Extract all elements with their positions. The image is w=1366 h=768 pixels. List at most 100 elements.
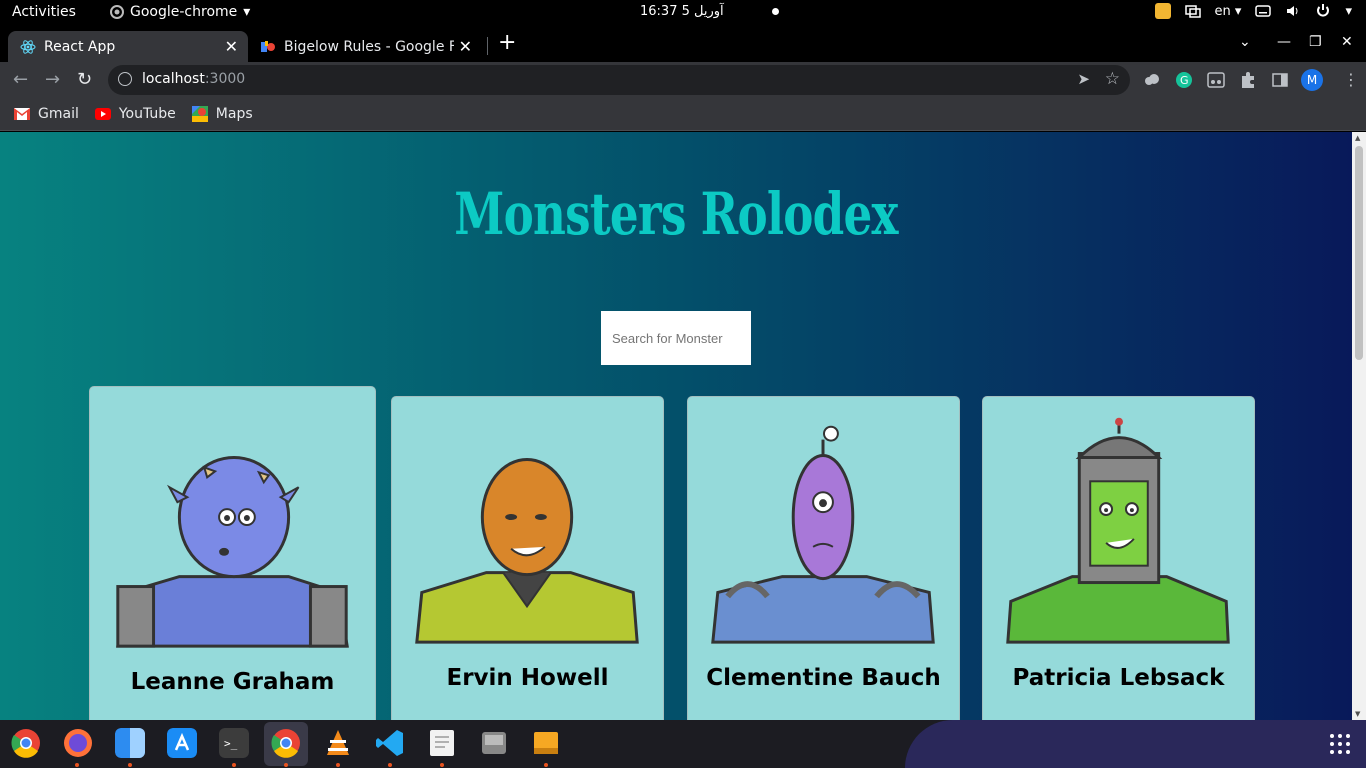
bookmark-gmail[interactable]: Gmail (14, 106, 79, 122)
monster-portrait-image (1006, 417, 1230, 644)
running-indicator (440, 763, 444, 767)
scroll-up-icon[interactable]: ▲ (1355, 134, 1360, 142)
app-menu-label: Google-chrome (130, 4, 238, 20)
vlc-icon[interactable] (323, 728, 353, 758)
keyboard-layout[interactable]: en ▾ (1215, 4, 1242, 19)
restore-icon[interactable]: ❐ (1309, 34, 1322, 50)
tab-react-app[interactable]: React App ✕ (8, 31, 248, 62)
chevron-down-icon: ▾ (243, 4, 251, 20)
dock-wallpaper-accent (905, 720, 1366, 768)
monster-name: Ervin Howell (446, 665, 609, 691)
archive-icon[interactable] (531, 728, 561, 758)
bookmark-label: YouTube (118, 106, 176, 122)
close-tab-icon[interactable]: ✕ (459, 37, 472, 56)
gmail-icon (14, 108, 30, 120)
send-icon[interactable]: ➤ (1077, 70, 1090, 88)
close-window-icon[interactable]: ✕ (1341, 34, 1353, 50)
monster-portrait-image (415, 457, 639, 644)
tab-bigelow-rules[interactable]: Bigelow Rules - Google Fo ✕ (250, 31, 486, 62)
disk-icon[interactable] (479, 728, 509, 758)
monster-name: Clementine Bauch (706, 665, 941, 691)
bookmark-label: Maps (215, 106, 253, 122)
page-scrollbar[interactable]: ▲ ▼ (1352, 132, 1366, 720)
tab-title: Bigelow Rules - Google Fo (284, 38, 454, 55)
scrollbar-thumb[interactable] (1355, 146, 1363, 360)
text-editor-icon[interactable] (427, 728, 457, 758)
scroll-down-icon[interactable]: ▼ (1355, 710, 1360, 718)
screen-share-icon[interactable] (1184, 3, 1201, 19)
minimize-icon[interactable]: — (1277, 34, 1291, 50)
monster-card[interactable]: Ervin Howell (391, 396, 664, 720)
grammarly-icon[interactable]: G (1175, 71, 1193, 89)
monster-name: Patricia Lebsack (1012, 665, 1225, 691)
running-indicator (75, 763, 79, 767)
system-top-bar: Activities Google-chrome ▾ 16:37 5 آوریل… (0, 0, 1366, 27)
keyboard-layout-label: en (1214, 3, 1231, 19)
browser-toolbar: ← → ↻ localhost:3000 ➤ ☆ G M ⋮ (0, 62, 1366, 98)
url-port: :3000 (204, 71, 246, 87)
running-indicator (336, 763, 340, 767)
site-info-icon[interactable] (118, 72, 132, 86)
volume-icon[interactable] (1285, 3, 1301, 19)
vscode-icon[interactable] (375, 728, 405, 758)
terminal-icon[interactable]: >_ (219, 728, 249, 758)
monster-card[interactable]: Patricia Lebsack (982, 396, 1255, 720)
address-bar[interactable]: localhost:3000 ➤ ☆ (108, 65, 1130, 95)
page-viewport: Monsters Rolodex Leanne Graham Ervin How… (0, 132, 1352, 720)
close-tab-icon[interactable]: ✕ (225, 37, 238, 56)
svg-text:>_: >_ (224, 737, 238, 750)
keyboard-icon[interactable] (1255, 3, 1272, 19)
url-host: localhost (142, 71, 205, 87)
bookmark-star-icon[interactable]: ☆ (1105, 69, 1120, 89)
forward-icon[interactable]: → (45, 69, 60, 90)
monster-portrait-image (711, 425, 935, 644)
monster-card[interactable]: Clementine Bauch (687, 396, 960, 720)
app-menu[interactable]: Google-chrome ▾ (110, 4, 250, 20)
extension-glasses-icon[interactable] (1207, 71, 1225, 89)
bookmark-youtube[interactable]: YouTube (94, 106, 176, 122)
chevron-down-icon[interactable]: ▾ (1345, 4, 1352, 19)
monster-portrait-image (116, 455, 349, 648)
page-title: Monsters Rolodex (454, 180, 898, 248)
running-indicator (388, 763, 392, 767)
chrome-small-icon (110, 5, 124, 19)
emoji-icon[interactable] (1154, 3, 1171, 19)
running-indicator (128, 763, 132, 767)
monster-card[interactable]: Leanne Graham (89, 386, 376, 720)
maps-icon (191, 106, 208, 122)
reload-icon[interactable]: ↻ (77, 69, 92, 90)
firefox-icon[interactable] (63, 728, 93, 758)
chrome-active-icon[interactable] (271, 728, 301, 758)
google-fonts-icon (261, 40, 275, 52)
extension-cloud-icon[interactable] (1143, 71, 1161, 89)
tab-divider (487, 37, 488, 55)
extensions-puzzle-icon[interactable] (1239, 71, 1257, 89)
svg-text:G: G (1180, 74, 1189, 87)
running-indicator (232, 763, 236, 767)
bookmarks-bar: Gmail YouTube Maps (0, 98, 1366, 131)
react-icon (20, 39, 36, 54)
profile-avatar[interactable]: M (1301, 69, 1323, 91)
clock-label: 16:37 5 آوریل (640, 4, 724, 19)
power-icon[interactable] (1315, 3, 1331, 19)
tab-search-icon[interactable]: ⌄ (1239, 34, 1251, 50)
notification-dot-icon (771, 8, 779, 15)
back-icon[interactable]: ← (13, 69, 28, 90)
url-text[interactable]: localhost:3000 (142, 71, 245, 87)
menu-kebab-icon[interactable]: ⋮ (1343, 70, 1359, 89)
bookmark-label: Gmail (38, 106, 79, 122)
monster-name: Leanne Graham (130, 669, 335, 695)
finder-icon[interactable] (115, 728, 145, 758)
activities-button[interactable]: Activities (12, 4, 76, 20)
side-panel-icon[interactable] (1271, 71, 1289, 89)
chrome-icon[interactable] (11, 728, 41, 758)
app-store-icon[interactable] (167, 728, 197, 758)
bookmark-maps[interactable]: Maps (191, 106, 253, 122)
youtube-icon (94, 108, 111, 120)
tab-strip: React App ✕ Bigelow Rules - Google Fo ✕ (0, 27, 1366, 62)
running-indicator (284, 763, 288, 767)
new-tab-button[interactable]: + (498, 30, 516, 55)
show-apps-grid-icon[interactable] (1329, 733, 1351, 755)
search-input[interactable] (601, 311, 751, 365)
clock[interactable]: 16:37 5 آوریل (640, 4, 779, 19)
